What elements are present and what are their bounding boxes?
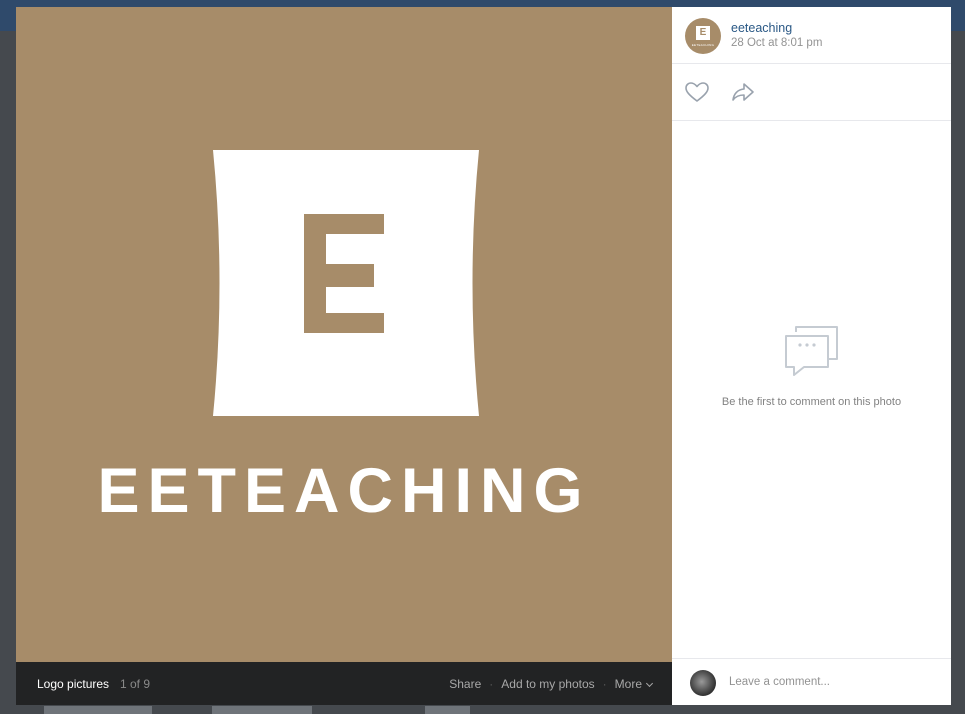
comment-input[interactable] xyxy=(726,671,942,693)
logo-emblem xyxy=(213,150,479,416)
photo-counter: 1 of 9 xyxy=(120,677,151,691)
speech-bubbles-icon xyxy=(782,323,842,384)
share-arrow-icon xyxy=(732,83,754,101)
post-actions xyxy=(672,64,951,121)
more-label: More xyxy=(614,677,642,691)
photo-info-bar: Logo pictures 1 of 9 Share · Add to my p… xyxy=(16,662,672,705)
avatar-wordmark: EETEACHING xyxy=(691,43,715,47)
photo-actions: Share · Add to my photos · More xyxy=(449,677,654,691)
photo-side-panel: E EETEACHING eeteaching 28 Oct at 8:01 p… xyxy=(672,7,951,705)
album-link[interactable]: Logo pictures xyxy=(37,677,109,691)
author-name-link[interactable]: eeteaching xyxy=(731,21,792,35)
logo-wordmark: EETEACHING xyxy=(97,456,591,526)
share-button[interactable] xyxy=(730,81,756,103)
share-link[interactable]: Share xyxy=(449,677,481,691)
add-to-my-photos-link[interactable]: Add to my photos xyxy=(501,677,594,691)
author-avatar[interactable]: E EETEACHING xyxy=(685,18,721,54)
separator: · xyxy=(489,677,494,691)
photo[interactable]: EETEACHING xyxy=(16,7,672,662)
chevron-down-icon xyxy=(645,679,654,688)
like-button[interactable] xyxy=(684,81,710,103)
heart-icon xyxy=(685,82,709,102)
avatar-letter: E xyxy=(699,27,707,38)
empty-comments-message: Be the first to comment on this photo xyxy=(721,396,902,408)
current-user-avatar xyxy=(690,670,716,696)
more-menu-button[interactable]: More xyxy=(614,677,654,691)
post-date[interactable]: 28 Oct at 8:01 pm xyxy=(731,37,822,49)
background-text-fragment xyxy=(212,706,312,714)
separator: · xyxy=(602,677,607,691)
post-header: E EETEACHING eeteaching 28 Oct at 8:01 p… xyxy=(672,7,951,64)
background-text-fragment xyxy=(425,706,470,714)
background-text-fragment xyxy=(44,706,152,714)
comment-composer xyxy=(672,658,951,706)
photo-viewer: EETEACHING Logo pictures 1 of 9 Share · … xyxy=(16,7,951,705)
